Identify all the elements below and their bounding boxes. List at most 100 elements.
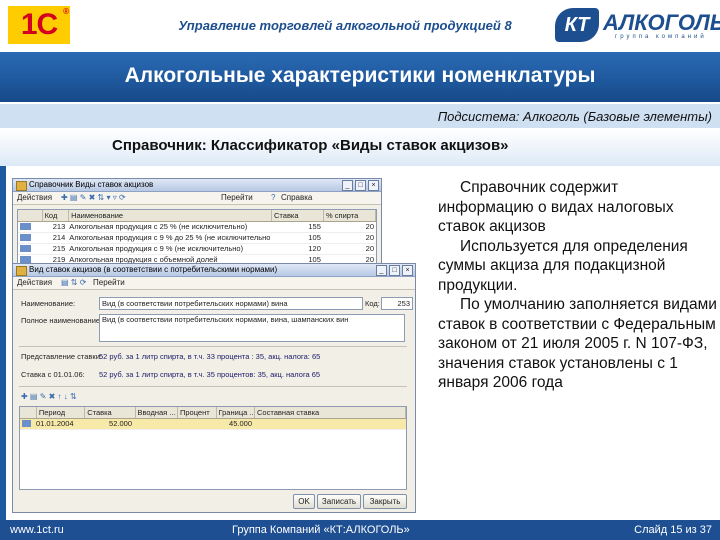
catalog-title-bar: Справочник: Классификатор «Виды ставок а… <box>0 130 720 166</box>
grid-toolbar-icons[interactable]: ✚ ▤ ✎ ✖ ↑ ↓ ⇅ <box>21 392 77 401</box>
slide-title-bar: Алкогольные характеристики номенклатуры <box>0 52 720 102</box>
cell-code[interactable]: 213 <box>40 222 68 232</box>
full-name-label: Полное наименование: <box>21 316 103 325</box>
col-composite-header[interactable]: Составная ставка <box>255 407 406 418</box>
slide-title: Алкогольные характеристики номенклатуры <box>124 64 596 87</box>
close-icon[interactable]: × <box>368 180 379 191</box>
col-code-header[interactable]: Код <box>43 210 70 221</box>
list-window-title: Справочник Виды ставок акцизов <box>29 180 154 189</box>
toolbar-icons[interactable]: ✚ ▤ ✎ ✖ ⇅ ▾ ▿ ⟳ <box>61 193 126 202</box>
kt-alkogol-logo: КТ АЛКОГОЛЬ группа компаний <box>555 8 720 42</box>
rates-grid-row[interactable]: 01.01.2004 52.000 45.000 <box>20 419 406 430</box>
kt-logo-name: АЛКОГОЛЬ <box>603 10 720 35</box>
1c-logo-text: 1С <box>20 8 58 41</box>
rate-date-value: 52 руб. за 1 литр спирта, в т.ч. 35 проц… <box>99 370 321 379</box>
item-icon <box>16 266 27 276</box>
cell-name[interactable]: Алкогольная продукция с 9 % (не исключит… <box>67 244 269 254</box>
cell-pct[interactable]: 20 <box>323 244 376 254</box>
separator <box>19 346 407 347</box>
rate-presentation-label: Представление ставки: <box>21 352 102 361</box>
rate-date-label: Ставка с 01.01.06: <box>21 370 85 379</box>
actions-menu[interactable]: Действия <box>17 193 52 202</box>
cell-name[interactable]: Алкогольная продукция с 25 % (не исключи… <box>67 222 269 232</box>
code-field[interactable]: 253 <box>381 297 413 310</box>
grid-header: Код Наименование Ставка % спирта <box>18 210 376 222</box>
header-title: Управление торговлей алкогольной продукц… <box>178 18 512 33</box>
table-row[interactable]: 215 Алкогольная продукция с 9 % (не исклю… <box>18 244 376 255</box>
row-icon <box>18 222 40 232</box>
write-button[interactable]: Записать <box>317 494 361 509</box>
description-paragraph-1: Справочник содержит информацию о видах н… <box>438 179 674 235</box>
element-icon <box>20 256 31 263</box>
cell-rate[interactable]: 120 <box>270 244 323 254</box>
row-marker-icon <box>20 419 34 429</box>
table-row[interactable]: 214 Алкогольная продукция с 9 % до 25 % (… <box>18 233 376 244</box>
cell-rate[interactable]: 52.000 <box>82 419 134 429</box>
col-rate-header[interactable]: Ставка <box>272 210 324 221</box>
cell-rate[interactable]: 155 <box>270 222 323 232</box>
registered-mark-icon: ® <box>63 7 69 16</box>
help-icon[interactable]: ? <box>271 193 275 202</box>
cell-code[interactable]: 214 <box>40 233 68 243</box>
footer-group: Группа Компаний «КТ:АЛКОГОЛЬ» <box>232 524 410 536</box>
footer-site-link[interactable]: www.1ct.ru <box>10 524 64 536</box>
kt-logo-mark: КТ <box>555 8 599 42</box>
cell-period[interactable]: 01.01.2004 <box>34 419 82 429</box>
col-input-header[interactable]: Вводная ... <box>136 407 178 418</box>
col-name-header[interactable]: Наименование <box>69 210 272 221</box>
maximize-icon[interactable]: □ <box>355 180 366 191</box>
separator <box>19 386 407 387</box>
cell-composite[interactable] <box>254 419 406 429</box>
top-header: 1С ® Управление торговлей алкогольной пр… <box>0 0 720 50</box>
col-percent-header[interactable]: Процент <box>178 407 217 418</box>
excise-item-window: Вид ставок акцизов (в соответствии с пот… <box>12 263 416 513</box>
cell-code[interactable]: 215 <box>40 244 68 254</box>
goto-menu[interactable]: Перейти <box>221 193 253 202</box>
element-icon <box>20 223 31 230</box>
name-field[interactable]: Вид (в соответствии потребительских норм… <box>99 297 363 310</box>
item-toolbar: Действия ▤ ⇅ ⟳ Перейти <box>13 277 415 290</box>
row-icon <box>18 244 40 254</box>
toolbar-icons[interactable]: ▤ ⇅ ⟳ <box>61 278 86 287</box>
actions-menu[interactable]: Действия <box>17 278 52 287</box>
col-border-header[interactable]: Граница ... <box>217 407 256 418</box>
left-accent-bar <box>0 166 6 520</box>
full-name-field[interactable]: Вид (в соответствии потребительских норм… <box>99 314 405 342</box>
list-window-caption[interactable]: Справочник Виды ставок акцизов _ □ × <box>13 179 381 192</box>
cell-border[interactable]: 45.000 <box>214 419 254 429</box>
minimize-icon[interactable]: _ <box>376 265 387 276</box>
subsystem-bar: Подсистема: Алкоголь (Базовые элементы) <box>0 104 720 128</box>
element-icon <box>20 245 31 252</box>
excise-list-grid: Код Наименование Ставка % спирта 213 Алко… <box>17 209 377 288</box>
col-rate-header[interactable]: Ставка <box>85 407 136 418</box>
item-window-title: Вид ставок акцизов (в соответствии с пот… <box>29 265 278 274</box>
help-menu[interactable]: Справка <box>281 193 312 202</box>
cell-percent[interactable] <box>176 419 214 429</box>
col-period-header[interactable]: Период <box>37 407 86 418</box>
description-text: Справочник содержит информацию о видах н… <box>438 178 718 393</box>
excise-list-window: Справочник Виды ставок акцизов _ □ × Дей… <box>12 178 382 288</box>
cell-input[interactable] <box>134 419 176 429</box>
cell-rate[interactable]: 105 <box>270 233 323 243</box>
cell-name[interactable]: Алкогольная продукция с 9 % до 25 % (не … <box>67 233 269 243</box>
cell-pct[interactable]: 20 <box>323 233 376 243</box>
code-label: Код: <box>365 299 380 308</box>
maximize-icon[interactable]: □ <box>389 265 400 276</box>
item-window-caption[interactable]: Вид ставок акцизов (в соответствии с пот… <box>13 264 415 277</box>
rates-grid: Период Ставка Вводная ... Процент Границ… <box>19 406 407 490</box>
close-button[interactable]: Закрыть <box>363 494 407 509</box>
catalog-title: Справочник: Классификатор «Виды ставок а… <box>112 137 509 154</box>
1c-logo: 1С ® <box>8 6 70 44</box>
kt-logo-subtitle: группа компаний <box>615 34 707 40</box>
rates-grid-header: Период Ставка Вводная ... Процент Границ… <box>20 407 406 419</box>
ok-button[interactable]: OK <box>293 494 315 509</box>
col-pct-header[interactable]: % спирта <box>324 210 376 221</box>
minimize-icon[interactable]: _ <box>342 180 353 191</box>
cell-pct[interactable]: 20 <box>323 222 376 232</box>
table-row[interactable]: 213 Алкогольная продукция с 25 % (не искл… <box>18 222 376 233</box>
close-icon[interactable]: × <box>402 265 413 276</box>
rates-grid-toolbar: ✚ ▤ ✎ ✖ ↑ ↓ ⇅ <box>19 391 407 403</box>
goto-menu[interactable]: Перейти <box>93 278 125 287</box>
row-icon <box>18 233 40 243</box>
list-toolbar: Действия ✚ ▤ ✎ ✖ ⇅ ▾ ▿ ⟳ Перейти ? Справ… <box>13 192 381 205</box>
